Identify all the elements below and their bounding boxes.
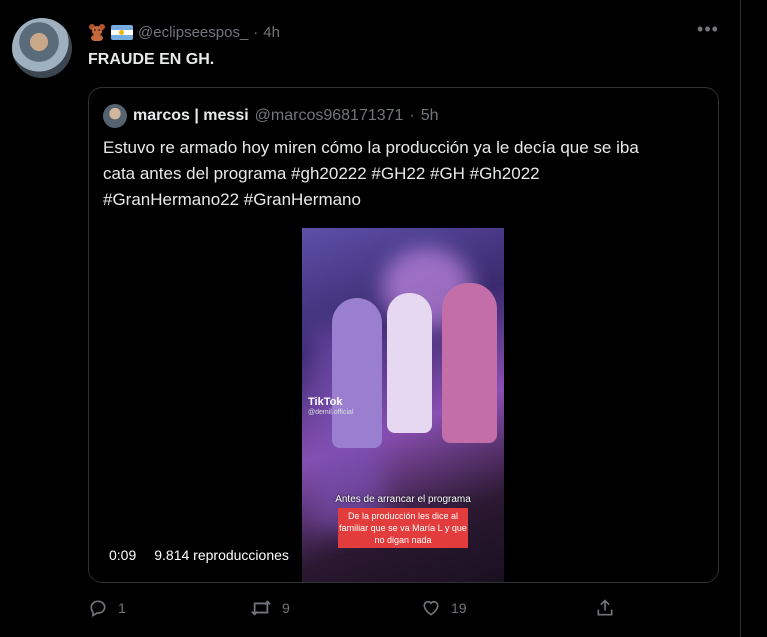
quoted-tweet-time: 5h <box>420 107 439 124</box>
timeline-divider <box>740 0 741 637</box>
quoted-text-line: Estuvo re armado hoy miren cómo la produ… <box>103 138 639 157</box>
video-figure <box>387 293 432 433</box>
tweet-actions: 1 9 19 <box>88 598 728 624</box>
video-figure <box>332 298 382 448</box>
quoted-text-line: cata antes del programa #gh20222 #GH22 #… <box>103 164 540 183</box>
retweet-button[interactable]: 9 <box>250 598 290 618</box>
reply-button[interactable]: 1 <box>88 598 126 618</box>
tiktok-username: @demil.official <box>308 409 354 416</box>
quoted-author-name: marcos | messi <box>133 107 249 124</box>
tweet-time[interactable]: 4h <box>263 24 280 41</box>
retweet-icon <box>250 598 272 618</box>
like-button[interactable]: 19 <box>421 598 467 618</box>
quoted-author-avatar <box>103 104 127 128</box>
video-metadata: 0:09 9.814 reproducciones <box>103 544 295 566</box>
quoted-author-handle: @marcos968171371 <box>254 107 404 124</box>
video-duration: 0:09 <box>103 545 143 565</box>
quoted-text-line: #GranHermano22 #GranHermano <box>103 190 361 209</box>
video-caption-box: De la producción les dice al familiar qu… <box>338 508 468 548</box>
video-view-count: 9.814 reproducciones <box>148 545 295 565</box>
heart-icon <box>421 598 441 618</box>
separator-dot: · <box>253 23 259 41</box>
like-count: 19 <box>451 600 467 616</box>
reply-count: 1 <box>118 600 126 616</box>
teddy-bear-icon <box>88 23 106 41</box>
retweet-count: 9 <box>282 600 290 616</box>
tweet-text: FRAUDE EN GH. <box>88 51 215 68</box>
share-icon <box>595 598 615 618</box>
author-handle[interactable]: @eclipseespos_ <box>138 24 248 41</box>
quoted-tweet-text: Estuvo re armado hoy miren cómo la produ… <box>103 135 703 213</box>
video-figure <box>442 283 497 443</box>
more-options-button[interactable]: ••• <box>696 20 720 42</box>
video-frame[interactable]: TikTok @demil.official Antes de arrancar… <box>302 228 504 582</box>
author-avatar[interactable] <box>12 18 72 78</box>
argentina-flag-icon <box>111 24 133 40</box>
reply-icon <box>88 598 108 618</box>
separator-dot: · <box>409 107 415 124</box>
share-button[interactable] <box>595 598 615 618</box>
quoted-tweet-header: marcos | messi @marcos968171371 · 5h <box>103 104 439 128</box>
tweet-header: @eclipseespos_ · 4h <box>88 22 280 42</box>
video-player[interactable]: TikTok @demil.official Antes de arrancar… <box>89 228 718 582</box>
video-caption-top: Antes de arrancar el programa <box>335 494 471 505</box>
tiktok-logo: TikTok <box>308 396 343 408</box>
quoted-tweet[interactable]: marcos | messi @marcos968171371 · 5h Est… <box>88 87 719 583</box>
